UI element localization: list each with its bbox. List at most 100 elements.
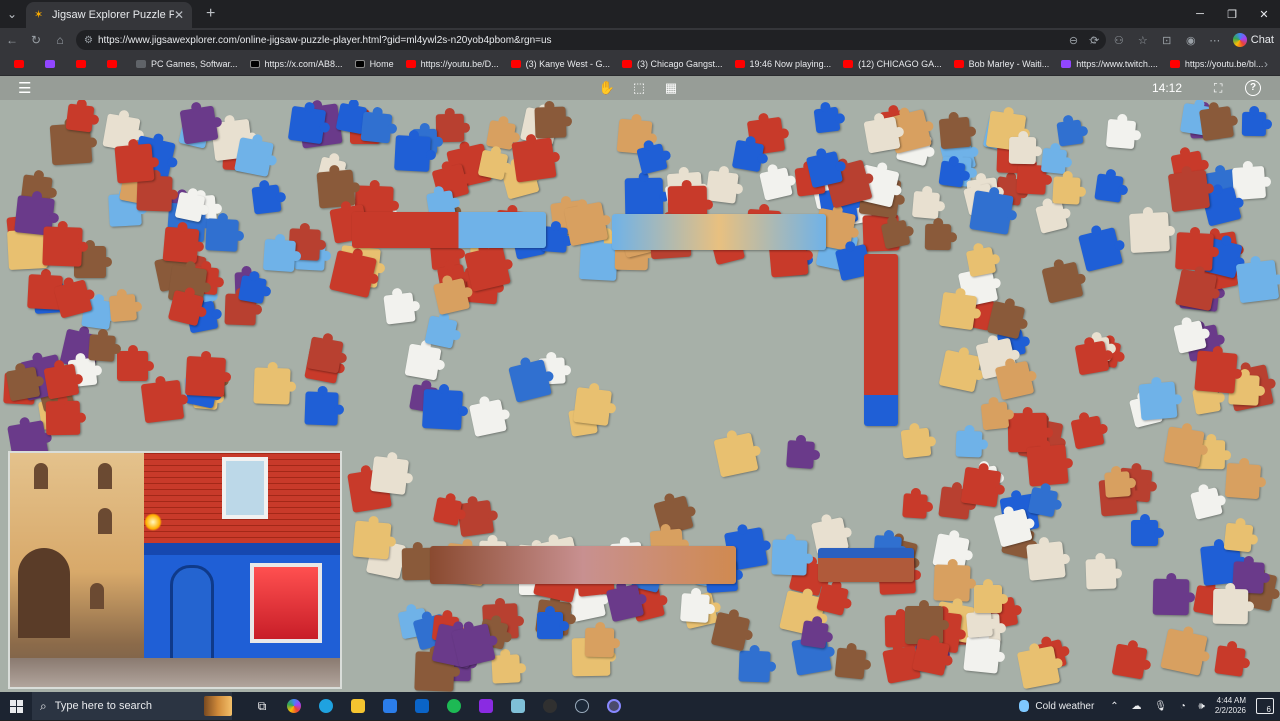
puzzle-piece[interactable] (635, 139, 671, 175)
puzzle-piece[interactable] (938, 111, 976, 149)
puzzle-piece[interactable] (536, 606, 570, 639)
puzzle-piece[interactable] (432, 492, 467, 527)
puzzle-piece[interactable] (1235, 255, 1280, 304)
puzzle-piece[interactable] (1224, 457, 1267, 499)
puzzle-piece[interactable] (713, 429, 762, 478)
puzzle-piece[interactable] (46, 394, 87, 435)
puzzle-piece[interactable] (955, 425, 988, 459)
volume-icon[interactable]: 🕪 (1199, 701, 1205, 712)
puzzle-piece[interactable] (1138, 377, 1183, 422)
hand-pan-icon[interactable]: ✋ (598, 80, 616, 96)
puzzle-piece[interactable] (306, 331, 348, 374)
network-icon[interactable]: ☁ (1131, 701, 1141, 712)
bookmark-item[interactable]: 19:46 Now playing... (729, 54, 838, 74)
puzzle-piece[interactable] (973, 578, 1009, 614)
puzzle-piece[interactable] (1026, 536, 1071, 582)
winrar-icon[interactable] (470, 692, 502, 720)
puzzle-piece[interactable] (468, 395, 511, 438)
bookmark-item[interactable]: (3) Chicago Gangst... (616, 54, 729, 74)
puzzle-piece[interactable] (114, 138, 161, 185)
puzzle-piece[interactable] (329, 247, 380, 298)
puzzle-piece[interactable] (924, 218, 958, 251)
site-info-icon[interactable]: ⚙ (84, 35, 98, 46)
puzzle-piece[interactable] (679, 587, 716, 623)
url-text[interactable]: https://www.jigsawexplorer.com/online-ji… (98, 35, 1059, 46)
puzzle-piece[interactable] (1174, 226, 1219, 271)
bookmark-item[interactable]: https://youtu.be/D... (400, 54, 505, 74)
puzzle-piece[interactable] (464, 242, 514, 292)
puzzle-piece[interactable] (710, 608, 753, 651)
puzzle-piece[interactable] (1104, 465, 1137, 498)
fullscreen-icon[interactable]: ⛶ (1214, 81, 1222, 96)
chat-button[interactable]: Chat (1227, 33, 1280, 47)
puzzle-piece[interactable] (1008, 130, 1043, 165)
puzzle-piece[interactable] (491, 648, 527, 684)
puzzle-piece[interactable] (1163, 422, 1209, 469)
puzzle-piece[interactable] (1078, 224, 1127, 273)
puzzle-piece[interactable] (965, 605, 999, 638)
back-icon[interactable]: ← (0, 28, 24, 52)
chrome-icon[interactable] (598, 692, 630, 720)
puzzle-piece[interactable] (88, 329, 122, 363)
clock[interactable]: 4:44 AM 2/2/2026 (1215, 696, 1246, 716)
wifi-icon[interactable]: ◔ (1180, 701, 1186, 712)
tab-search-icon[interactable]: ⌄ (0, 0, 24, 28)
assembled-section[interactable] (430, 546, 736, 584)
extension-puzzle-icon[interactable]: ⚇ (1107, 34, 1131, 47)
puzzle-piece[interactable] (352, 515, 397, 559)
puzzle-piece[interactable] (1074, 336, 1114, 376)
puzzle-piece[interactable] (731, 135, 770, 173)
puzzle-piece[interactable] (1131, 513, 1164, 547)
bookmark-item[interactable]: Home (349, 54, 400, 74)
puzzle-piece[interactable] (563, 198, 611, 246)
puzzle-piece[interactable] (1035, 197, 1072, 234)
puzzle-piece[interactable] (43, 359, 84, 400)
puzzle-piece[interactable] (1016, 642, 1064, 689)
puzzle-piece[interactable] (205, 213, 245, 253)
puzzle-piece[interactable] (511, 133, 561, 183)
puzzle-piece[interactable] (1232, 160, 1271, 200)
puzzle-piece[interactable] (1223, 517, 1259, 553)
puzzle-piece[interactable] (1194, 345, 1243, 394)
bookmark-item[interactable]: PC Games, Softwar... (130, 54, 244, 74)
home-icon[interactable]: ⌂ (48, 28, 72, 52)
puzzle-piece[interactable] (705, 165, 744, 205)
chevron-up-icon[interactable]: ⌃ (1110, 701, 1118, 712)
puzzle-piece[interactable] (1105, 114, 1142, 150)
puzzle-piece[interactable] (1160, 625, 1211, 676)
bookmark-item[interactable] (68, 54, 99, 74)
puzzle-piece[interactable] (863, 112, 904, 153)
puzzle-piece[interactable] (304, 385, 345, 426)
puzzle-piece[interactable] (287, 101, 331, 145)
puzzle-piece[interactable] (900, 422, 937, 459)
puzzle-piece[interactable] (1041, 142, 1073, 174)
puzzle-piece[interactable] (1041, 258, 1088, 305)
reload-icon[interactable]: ↻ (24, 28, 48, 52)
puzzle-piece[interactable] (117, 344, 154, 382)
puzzle-piece[interactable] (1152, 572, 1196, 616)
microphone-icon[interactable]: 🎙 (1154, 701, 1167, 712)
tab-close-icon[interactable]: ✕ (174, 8, 184, 22)
puzzle-piece[interactable] (1052, 170, 1087, 205)
store-icon[interactable] (374, 692, 406, 720)
puzzle-piece[interactable] (1213, 640, 1251, 678)
puzzle-piece[interactable] (451, 620, 499, 668)
puzzle-piece[interactable] (968, 186, 1018, 235)
extensions-icon[interactable]: ⟳ (1083, 34, 1107, 47)
close-icon[interactable]: ✕ (1248, 0, 1280, 28)
more-menu-icon[interactable]: ⋯ (1203, 34, 1227, 47)
puzzle-piece[interactable] (1128, 206, 1175, 253)
puzzle-piece[interactable] (360, 107, 397, 144)
help-icon[interactable]: ? (1245, 80, 1261, 96)
puzzle-piece[interactable] (981, 396, 1015, 430)
new-tab-button[interactable]: + (206, 5, 215, 23)
puzzle-piece[interactable] (1028, 482, 1063, 517)
puzzle-piece[interactable] (1199, 101, 1239, 141)
bookmark-item[interactable]: (3) Kanye West - G... (505, 54, 616, 74)
steam-alt-icon[interactable] (534, 692, 566, 720)
copilot-icon[interactable] (278, 692, 310, 720)
outlook-icon[interactable] (406, 692, 438, 720)
notifications-icon[interactable]: 6 (1256, 698, 1274, 714)
puzzle-piece[interactable] (233, 133, 278, 178)
address-bar[interactable]: ⚙ https://www.jigsawexplorer.com/online-… (76, 30, 1106, 50)
